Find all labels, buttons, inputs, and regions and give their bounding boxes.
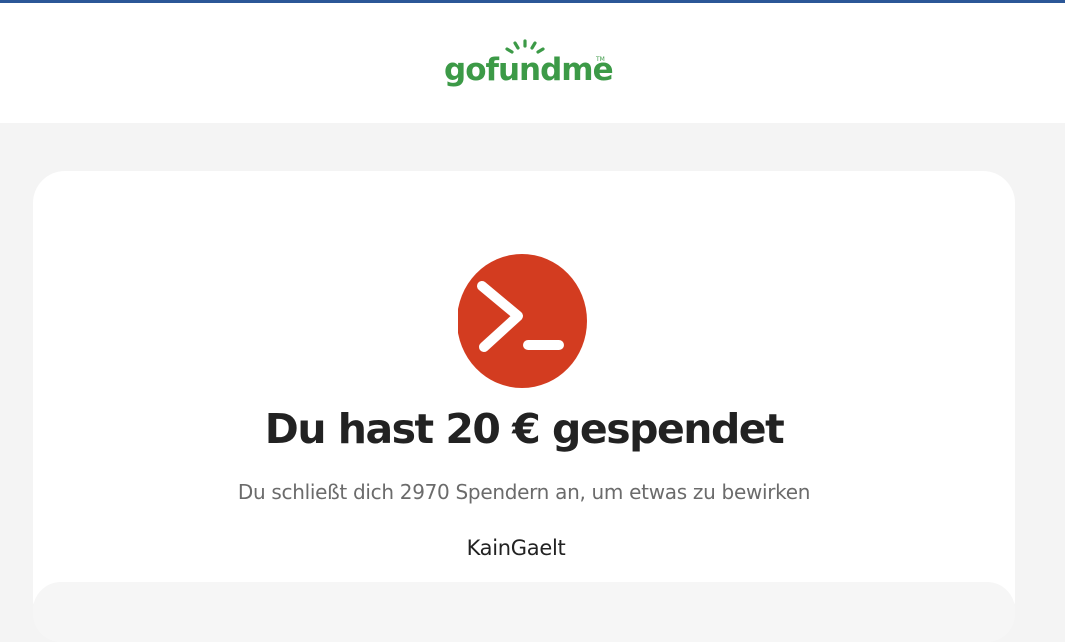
site-header: gofundme TM bbox=[0, 3, 1065, 123]
powershell-prompt-icon bbox=[458, 254, 587, 388]
donation-confirmation-card bbox=[33, 171, 1015, 631]
details-panel bbox=[33, 582, 1015, 642]
donor-name: KainGaelt bbox=[466, 536, 566, 560]
logo-wordmark: gofundme bbox=[444, 52, 614, 88]
donor-count-text: Du schließt dich 2970 Spendern an, um et… bbox=[237, 480, 811, 504]
donation-headline: Du hast 20 € gespendet bbox=[264, 405, 785, 453]
logo-trademark: TM bbox=[596, 56, 605, 63]
gofundme-logo[interactable]: gofundme TM bbox=[444, 38, 614, 94]
campaign-avatar bbox=[458, 254, 587, 388]
